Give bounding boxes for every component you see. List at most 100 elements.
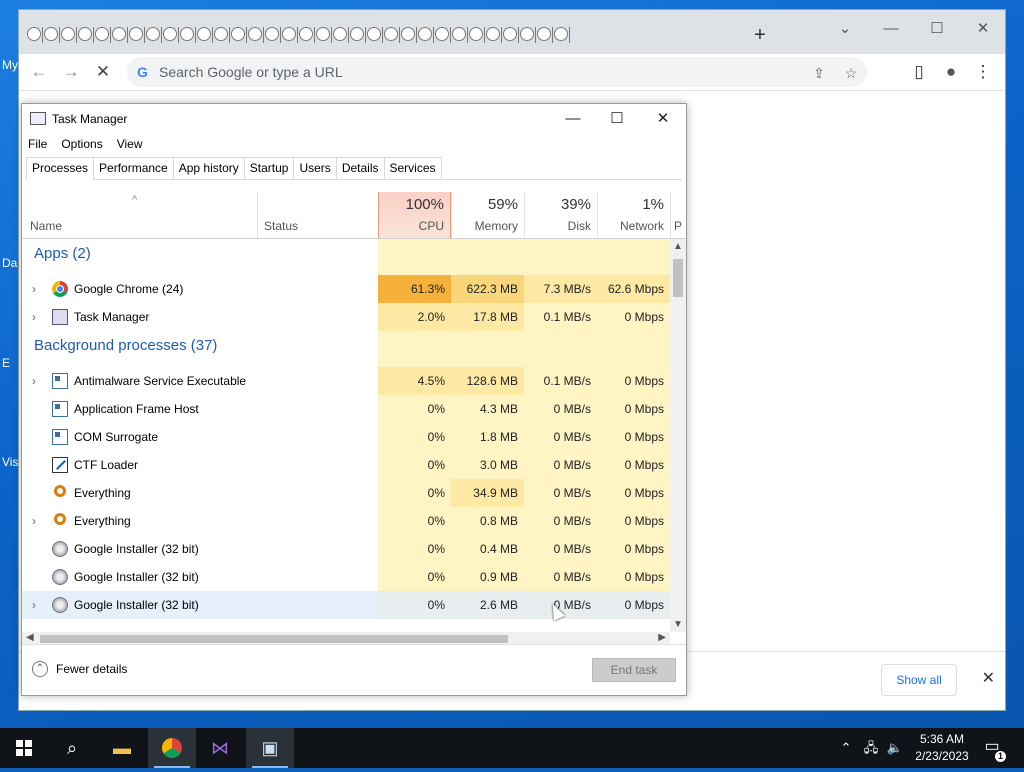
menu-kebab-icon[interactable]: ⋮ <box>971 60 995 84</box>
column-header-network[interactable]: 1% Network <box>597 192 670 238</box>
expand-chevron-icon[interactable]: › <box>32 591 36 619</box>
browser-tab-favicon-icon[interactable] <box>435 27 449 41</box>
browser-tab-favicon-icon[interactable] <box>333 27 347 41</box>
forward-arrow-icon[interactable]: → <box>59 60 83 84</box>
desktop-icon-label[interactable]: Da <box>2 256 17 270</box>
browser-tab-favicon-icon[interactable] <box>401 27 415 41</box>
expand-chevron-icon[interactable]: › <box>32 367 36 395</box>
tab-search-chevron-icon[interactable]: ⌄ <box>829 18 861 40</box>
table-row[interactable]: › Task Manager 2.0% 17.8 MB 0.1 MB/s 0 Mbps <box>22 303 670 331</box>
maximize-button[interactable]: ☐ <box>921 18 953 40</box>
notification-icon[interactable]: ▭ 1 <box>980 736 1006 762</box>
column-header-cpu[interactable]: 100% CPU <box>378 192 451 238</box>
browser-tab-favicon-icon[interactable] <box>248 27 262 41</box>
column-header-memory[interactable]: 59% Memory <box>451 192 524 238</box>
search-icon[interactable]: ⌕ <box>48 728 96 768</box>
table-row[interactable]: CTF Loader 0% 3.0 MB 0 MB/s 0 Mbps <box>22 451 670 479</box>
browser-tab-favicon-icon[interactable] <box>316 27 330 41</box>
desktop-icon-label[interactable]: My <box>2 58 18 72</box>
browser-tab-favicon-icon[interactable] <box>350 27 364 41</box>
browser-tab-favicon-icon[interactable] <box>469 27 483 41</box>
table-row[interactable]: Everything 0% 34.9 MB 0 MB/s 0 Mbps <box>22 479 670 507</box>
tab-app-history[interactable]: App history <box>172 157 245 179</box>
tab-users[interactable]: Users <box>293 157 337 179</box>
bookmark-star-icon[interactable]: ☆ <box>841 63 861 83</box>
close-downloads-icon[interactable]: ✕ <box>982 668 995 688</box>
minimize-button[interactable]: — <box>875 18 907 40</box>
scroll-right-icon[interactable]: ▶ <box>658 632 666 643</box>
browser-tab-favicon-icon[interactable] <box>78 27 92 41</box>
show-hidden-icons-chevron-icon[interactable]: ⌃ <box>836 728 856 768</box>
browser-tab-favicon-icon[interactable] <box>214 27 228 41</box>
browser-tab-favicon-icon[interactable] <box>537 27 551 41</box>
desktop-icon-label[interactable]: E <box>2 356 10 370</box>
task-manager-taskbar-icon[interactable]: ▣ <box>246 728 294 768</box>
menu-options[interactable]: Options <box>55 134 110 154</box>
start-button[interactable] <box>0 728 48 768</box>
browser-tab-favicon-icon[interactable] <box>503 27 517 41</box>
new-tab-button[interactable]: + <box>749 24 771 46</box>
horizontal-scroll-thumb[interactable] <box>40 635 508 643</box>
tab-startup[interactable]: Startup <box>243 157 295 179</box>
minimize-button[interactable]: — <box>558 108 588 130</box>
vertical-scroll-thumb[interactable] <box>673 259 683 297</box>
desktop-icon-label[interactable]: Vis <box>2 455 18 469</box>
expand-chevron-icon[interactable]: › <box>32 303 36 331</box>
browser-tab-favicon-icon[interactable] <box>486 27 500 41</box>
browser-tab-favicon-icon[interactable] <box>367 27 381 41</box>
browser-tab-favicon-icon[interactable] <box>452 27 466 41</box>
browser-tab-favicon-icon[interactable] <box>554 27 568 41</box>
menu-file[interactable]: File <box>22 134 55 154</box>
scroll-down-icon[interactable]: ▼ <box>673 619 683 630</box>
scroll-left-icon[interactable]: ◀ <box>26 632 34 643</box>
table-row[interactable]: › Everything 0% 0.8 MB 0 MB/s 0 Mbps <box>22 507 670 535</box>
browser-tab-favicon-icon[interactable] <box>95 27 109 41</box>
browser-tab-favicon-icon[interactable] <box>197 27 211 41</box>
browser-tab-favicon-icon[interactable] <box>282 27 296 41</box>
expand-chevron-icon[interactable]: › <box>32 275 36 303</box>
profile-avatar-icon[interactable]: ● <box>939 60 963 84</box>
vertical-scrollbar[interactable]: ▲ ▼ <box>670 239 686 632</box>
visual-studio-icon[interactable]: ⋈ <box>196 728 244 768</box>
browser-tab-favicon-icon[interactable] <box>299 27 313 41</box>
table-row[interactable]: › Antimalware Service Executable 4.5% 128.6… <box>22 367 670 395</box>
share-icon[interactable]: ⇪ <box>809 63 829 83</box>
volume-icon[interactable]: 🔈 <box>884 728 906 768</box>
table-row[interactable]: Google Installer (32 bit) 0% 0.4 MB 0 MB/s 0… <box>22 535 670 563</box>
column-header-more[interactable]: P <box>670 192 686 238</box>
end-task-button[interactable]: End task <box>592 658 676 682</box>
menu-view[interactable]: View <box>111 134 151 154</box>
browser-tab-favicon-icon[interactable] <box>44 27 58 41</box>
table-row[interactable]: › Google Installer (32 bit) 0% 2.6 MB 0 MB/s… <box>22 591 670 619</box>
clock[interactable]: 5:36 AM 2/23/2023 <box>906 731 978 765</box>
browser-tab-favicon-icon[interactable] <box>61 27 75 41</box>
browser-tab-favicon-icon[interactable] <box>163 27 177 41</box>
browser-tab-favicon-icon[interactable] <box>180 27 194 41</box>
chevron-up-icon[interactable]: ⌃ <box>32 661 48 677</box>
close-button[interactable]: ✕ <box>648 108 678 130</box>
show-all-button[interactable]: Show all <box>881 664 957 696</box>
browser-tab-favicon-icon[interactable] <box>129 27 143 41</box>
file-explorer-icon[interactable]: ▬ <box>98 728 146 768</box>
tab-performance[interactable]: Performance <box>93 157 174 179</box>
omnibox[interactable]: G Search Google or type a URL ⇪ ☆ <box>127 57 867 87</box>
column-header-disk[interactable]: 39% Disk <box>524 192 597 238</box>
browser-tab-favicon-icon[interactable] <box>146 27 160 41</box>
back-arrow-icon[interactable]: ← <box>27 60 51 84</box>
column-header-status[interactable]: Status <box>257 192 378 238</box>
chrome-taskbar-icon[interactable] <box>148 728 196 768</box>
browser-tab-favicon-icon[interactable] <box>384 27 398 41</box>
browser-tab-favicon-icon[interactable] <box>520 27 534 41</box>
table-row[interactable]: Application Frame Host 0% 4.3 MB 0 MB/s 0 Mb… <box>22 395 670 423</box>
browser-tab-favicon-icon[interactable] <box>418 27 432 41</box>
tab-details[interactable]: Details <box>335 157 385 179</box>
close-button[interactable]: ✕ <box>967 18 999 40</box>
stop-loading-icon[interactable]: ✕ <box>91 60 115 84</box>
browser-tab-favicon-icon[interactable] <box>112 27 126 41</box>
tab-processes[interactable]: Processes <box>26 157 95 181</box>
side-panel-icon[interactable]: ▯ <box>907 60 931 84</box>
fewer-details-link[interactable]: Fewer details <box>56 662 127 676</box>
scroll-up-icon[interactable]: ▲ <box>673 241 683 252</box>
table-row[interactable]: COM Surrogate 0% 1.8 MB 0 MB/s 0 Mbps <box>22 423 670 451</box>
expand-chevron-icon[interactable]: › <box>32 507 36 535</box>
